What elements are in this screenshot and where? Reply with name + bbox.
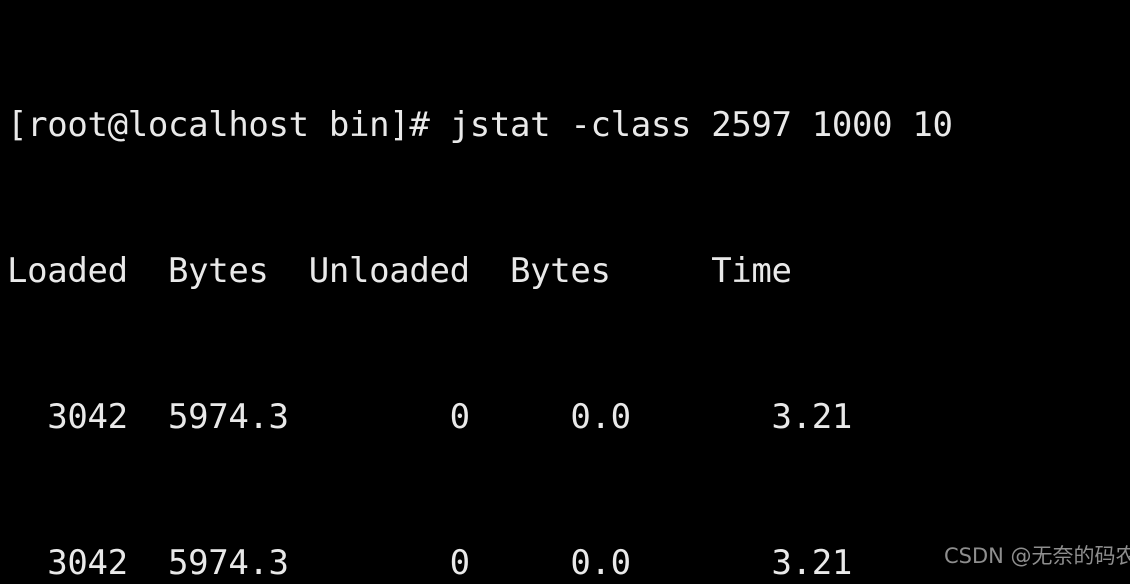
- table-header-row: Loaded Bytes Unloaded Bytes Time: [7, 250, 853, 291]
- table-row: 3042 5974.3 0 0.0 3.21: [7, 542, 853, 583]
- csdn-watermark: CSDN @无奈的码农: [944, 544, 1130, 568]
- table-row: 3042 5974.3 0 0.0 3.21: [7, 396, 853, 437]
- terminal-screen: [root@localhost bin]# jstat -class 2597 …: [7, 4, 953, 584]
- command-prompt-line: [root@localhost bin]# jstat -class 2597 …: [7, 105, 953, 146]
- terminal-window[interactable]: [root@localhost bin]# jstat -class 2597 …: [0, 0, 1130, 584]
